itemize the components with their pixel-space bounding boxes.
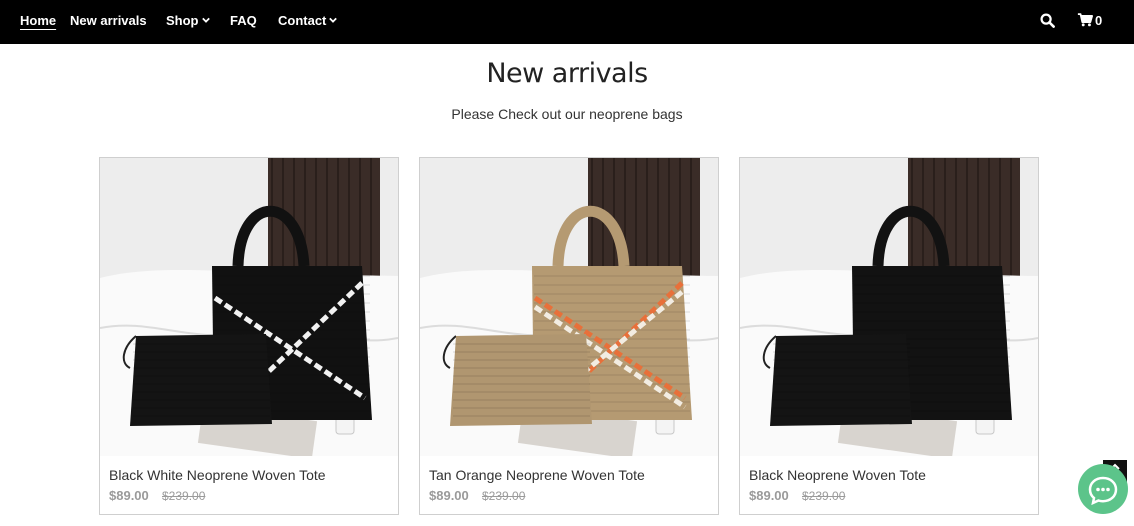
product-price: $89.00 [749,488,789,503]
search-icon[interactable] [1040,13,1055,28]
pouch [762,334,912,426]
cart-count: 0 [1095,13,1103,28]
chat-button[interactable] [1078,464,1128,514]
pouch [442,334,592,426]
product-old-price: $239.00 [162,489,206,503]
product-card[interactable]: Black White Neoprene Woven Tote $89.00 $… [99,157,399,515]
nav-home[interactable]: Home [20,13,56,28]
cart-icon [1077,13,1093,27]
pouch [122,334,272,426]
product-price: $89.00 [429,488,469,503]
nav-shop[interactable]: Shop [166,13,210,28]
nav-faq[interactable]: FAQ [230,13,257,28]
nav-contact[interactable]: Contact [278,13,338,28]
nav-shop-label: Shop [166,13,199,28]
product-card[interactable]: Black Neoprene Woven Tote $89.00 $239.00 [739,157,1039,515]
product-old-price: $239.00 [482,489,526,503]
product-card[interactable]: Tan Orange Neoprene Woven Tote $89.00 $2… [419,157,719,515]
product-name[interactable]: Tan Orange Neoprene Woven Tote [429,467,645,483]
chat-icon [1088,476,1118,506]
nav-new-arrivals[interactable]: New arrivals [70,13,147,28]
chevron-down-icon [329,17,338,23]
product-image[interactable] [420,158,718,456]
page-subtitle: Please Check out our neoprene bags [451,106,683,122]
product-name[interactable]: Black Neoprene Woven Tote [749,467,926,483]
product-old-price: $239.00 [802,489,846,503]
cart-button[interactable]: 0 [1077,12,1102,32]
top-nav-bar: Home New arrivals Shop FAQ Contact 0 [0,0,1134,44]
page-title: New arrivals [486,58,648,89]
product-price: $89.00 [109,488,149,503]
chevron-down-icon [201,17,210,23]
product-image[interactable] [740,158,1038,456]
product-image[interactable] [100,158,398,456]
nav-contact-label: Contact [278,13,327,28]
product-name[interactable]: Black White Neoprene Woven Tote [109,467,326,483]
